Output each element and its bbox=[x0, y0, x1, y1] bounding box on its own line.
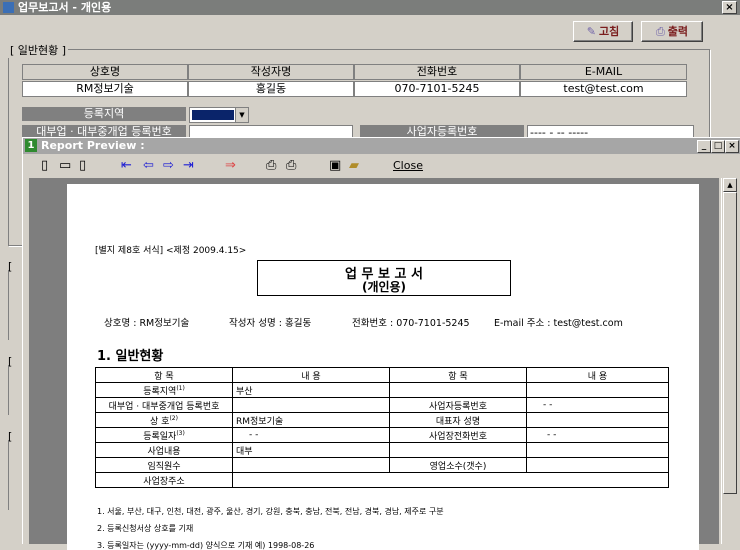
email-line: E-mail 주소 : test@test.com bbox=[494, 318, 623, 329]
report-page: [별지 제8호 서식] <제정 2009.4.15> 업 무 보 고 서 (개인… bbox=[67, 184, 699, 550]
table-header-row: 항 목 내 용 항 목 내 용 bbox=[95, 367, 669, 383]
group-border bbox=[8, 440, 9, 510]
next-page-icon[interactable]: ⇨ bbox=[163, 158, 174, 174]
close-preview-button[interactable]: × bbox=[725, 140, 739, 153]
row-value bbox=[526, 382, 669, 398]
open-folder-icon[interactable]: ▰ bbox=[349, 158, 359, 174]
row-value bbox=[526, 442, 669, 458]
prev-page-icon[interactable]: ⇦ bbox=[143, 158, 154, 174]
table-row: 상 호(2) RM정보기술 대표자 성명 bbox=[95, 412, 669, 428]
report-icon: 1 bbox=[25, 139, 37, 152]
header-writer: 작성자명 bbox=[188, 64, 354, 80]
row-label: 대표자 성명 bbox=[389, 412, 527, 428]
region-select[interactable]: ▼ bbox=[189, 107, 249, 123]
table-row: 등록일자(3) - - 사업장전화번호 - - bbox=[95, 427, 669, 443]
close-button[interactable]: × bbox=[722, 1, 737, 14]
header-company: 상호명 bbox=[22, 64, 188, 80]
first-page-icon[interactable]: ⇤ bbox=[121, 158, 132, 174]
row-value: - - bbox=[232, 427, 390, 443]
chevron-down-icon[interactable]: ▼ bbox=[235, 108, 248, 122]
table-row: 사업장주소 bbox=[95, 472, 669, 488]
general-status-label: [ 일반현황 ] bbox=[8, 42, 69, 58]
table-row: 임직원수 영업소수(갯수) bbox=[95, 457, 669, 473]
report-subtitle: (개인용) bbox=[361, 280, 407, 294]
form-note: [별지 제8호 서식] <제정 2009.4.15> bbox=[95, 246, 247, 256]
row-value bbox=[232, 457, 390, 473]
back-window-titlebar: 업무보고서 - 개인용 × bbox=[0, 0, 740, 15]
header-phone: 전화번호 bbox=[354, 64, 520, 80]
printer-icon[interactable]: ⎙ bbox=[286, 158, 296, 174]
header-email: E-MAIL bbox=[520, 64, 687, 80]
row-label: 사업장전화번호 bbox=[389, 427, 527, 443]
row-label bbox=[389, 442, 527, 458]
row-label: 사업자등록번호 bbox=[389, 397, 527, 413]
preview-canvas: [별지 제8호 서식] <제정 2009.4.15> 업 무 보 고 서 (개인… bbox=[29, 178, 719, 550]
maximize-button[interactable]: □ bbox=[711, 140, 725, 153]
print-button[interactable]: ⎙ 출력 bbox=[641, 21, 703, 42]
back-window-title: 업무보고서 - 개인용 bbox=[18, 1, 112, 14]
app-icon bbox=[3, 2, 14, 13]
row-label: 사업장주소 bbox=[95, 472, 233, 488]
minimize-button[interactable]: _ bbox=[697, 140, 711, 153]
writer-line: 작성자 성명 : 홍길동 bbox=[229, 318, 312, 329]
header-content: 내 용 bbox=[232, 367, 390, 383]
page-width-icon[interactable]: ▯ bbox=[79, 158, 86, 174]
row-value: - - bbox=[526, 427, 669, 443]
row-label bbox=[389, 382, 527, 398]
footnote: 2. 등록신청서상 상호를 기재 bbox=[97, 524, 194, 533]
group-border bbox=[8, 270, 9, 340]
table-row: 등록지역(1) 부산 bbox=[95, 382, 669, 398]
row-label: 대부업 · 대부중개업 등록번호 bbox=[95, 397, 233, 413]
preview-toolbar: ▯ ▭ ▯ ⇤ ⇦ ⇨ ⇥ ⇒ ⎙ ⎙ ▣ ▰ Close bbox=[23, 154, 740, 178]
row-value bbox=[232, 397, 390, 413]
table-row: 사업내용 대부 bbox=[95, 442, 669, 458]
report-preview-window: 1 Report Preview : _ □ × ▯ ▭ ▯ ⇤ ⇦ ⇨ ⇥ ⇒… bbox=[22, 137, 740, 550]
last-page-icon[interactable]: ⇥ bbox=[183, 158, 194, 174]
footnote: 3. 등록일자는 (yyyy-mm-dd) 양식으로 기재 예) 1998-08… bbox=[97, 541, 315, 550]
row-value bbox=[232, 472, 669, 488]
row-label: 임직원수 bbox=[95, 457, 233, 473]
goto-icon[interactable]: ⇒ bbox=[225, 158, 236, 174]
row-value: 대부 bbox=[232, 442, 390, 458]
company-line: 상호명 : RM정보기술 bbox=[104, 318, 190, 329]
preview-title: Report Preview : bbox=[41, 139, 145, 152]
edit-icon: ✎ bbox=[586, 25, 596, 38]
region-label: 등록지역 bbox=[22, 107, 186, 121]
vertical-scrollbar[interactable]: ▲ bbox=[721, 178, 737, 544]
phone-field[interactable]: 070-7101-5245 bbox=[354, 81, 520, 97]
report-title-box: 업 무 보 고 서 (개인용) bbox=[257, 260, 511, 296]
row-value bbox=[526, 457, 669, 473]
two-page-icon[interactable]: ▭ bbox=[59, 158, 71, 174]
edit-button[interactable]: ✎ 고침 bbox=[573, 21, 633, 42]
save-icon[interactable]: ▣ bbox=[329, 158, 341, 174]
row-value: - - bbox=[526, 397, 669, 413]
footnote: 1. 서울, 부산, 대구, 인천, 대전, 광주, 울산, 경기, 강원, 충… bbox=[97, 507, 444, 516]
row-value: RM정보기술 bbox=[232, 412, 390, 428]
print-setup-icon[interactable]: ⎙ bbox=[266, 158, 276, 174]
row-label: 영업소수(갯수) bbox=[389, 457, 527, 473]
general-status-table: 항 목 내 용 항 목 내 용 등록지역(1) 부산 대부업 · 대부중개업 등… bbox=[95, 367, 669, 488]
scroll-thumb[interactable] bbox=[723, 192, 737, 494]
company-field[interactable]: RM정보기술 bbox=[22, 81, 188, 97]
header-content: 내 용 bbox=[526, 367, 669, 383]
single-page-icon[interactable]: ▯ bbox=[41, 158, 48, 174]
row-label: 등록일자(3) bbox=[95, 427, 233, 443]
section-heading: 1. 일반현황 bbox=[97, 349, 164, 364]
row-label: 사업내용 bbox=[95, 442, 233, 458]
phone-line: 전화번호 : 070-7101-5245 bbox=[352, 318, 470, 329]
email-field[interactable]: test@test.com bbox=[520, 81, 687, 97]
table-row: 대부업 · 대부중개업 등록번호 사업자등록번호 - - bbox=[95, 397, 669, 413]
row-value bbox=[526, 412, 669, 428]
header-item: 항 목 bbox=[389, 367, 527, 383]
writer-field[interactable]: 홍길동 bbox=[188, 81, 354, 97]
printer-icon: ⎙ bbox=[655, 25, 665, 38]
scroll-up-icon[interactable]: ▲ bbox=[723, 178, 737, 192]
close-report-button[interactable]: Close bbox=[393, 158, 423, 174]
row-value: 부산 bbox=[232, 382, 390, 398]
row-label: 상 호(2) bbox=[95, 412, 233, 428]
row-label: 등록지역(1) bbox=[95, 382, 233, 398]
group-border bbox=[8, 365, 9, 415]
preview-titlebar: 1 Report Preview : _ □ × bbox=[23, 138, 740, 154]
header-item: 항 목 bbox=[95, 367, 233, 383]
